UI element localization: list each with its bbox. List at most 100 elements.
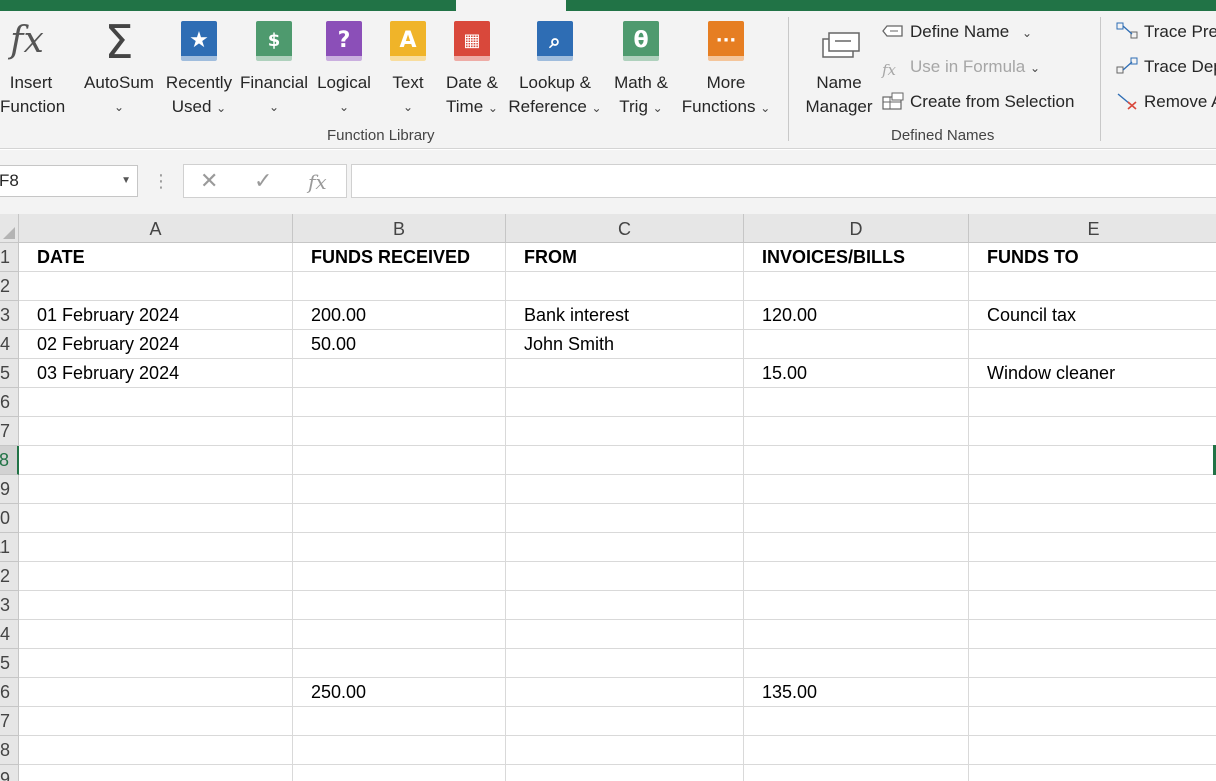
cell-e12[interactable]: [969, 562, 1216, 591]
cell-c7[interactable]: [506, 417, 744, 446]
cell-c2[interactable]: [506, 272, 744, 301]
cell-e9[interactable]: [969, 475, 1216, 504]
define-name-button[interactable]: Define Name ⌄: [882, 22, 1032, 42]
cell-e19[interactable]: [969, 765, 1216, 781]
cell-b10[interactable]: [293, 504, 506, 533]
cell-e13[interactable]: [969, 591, 1216, 620]
cell-a5[interactable]: 03 February 2024: [19, 359, 293, 388]
cell-c1[interactable]: FROM: [506, 243, 744, 272]
cell-a12[interactable]: [19, 562, 293, 591]
cell-e10[interactable]: [969, 504, 1216, 533]
cell-d12[interactable]: [744, 562, 969, 591]
row-header-14[interactable]: 14: [0, 620, 19, 649]
cell-e2[interactable]: [969, 272, 1216, 301]
cell-d6[interactable]: [744, 388, 969, 417]
row-header-2[interactable]: 2: [0, 272, 19, 301]
cell-b3[interactable]: 200.00: [293, 301, 506, 330]
cell-d7[interactable]: [744, 417, 969, 446]
cell-a18[interactable]: [19, 736, 293, 765]
cell-c10[interactable]: [506, 504, 744, 533]
row-header-13[interactable]: 13: [0, 591, 19, 620]
cell-c11[interactable]: [506, 533, 744, 562]
cell-c18[interactable]: [506, 736, 744, 765]
cell-d2[interactable]: [744, 272, 969, 301]
cell-b17[interactable]: [293, 707, 506, 736]
cancel-icon[interactable]: ✕: [200, 168, 218, 194]
cell-a2[interactable]: [19, 272, 293, 301]
select-all-corner[interactable]: [0, 214, 19, 243]
cell-d14[interactable]: [744, 620, 969, 649]
cell-b5[interactable]: [293, 359, 506, 388]
cell-e18[interactable]: [969, 736, 1216, 765]
remove-arrows-button[interactable]: Remove A: [1116, 92, 1216, 112]
date-time-button[interactable]: ▦ Date & Time ⌄: [440, 11, 504, 129]
cell-a11[interactable]: [19, 533, 293, 562]
cell-e14[interactable]: [969, 620, 1216, 649]
row-header-1[interactable]: 1: [0, 243, 19, 272]
cell-c3[interactable]: Bank interest: [506, 301, 744, 330]
use-in-formula-button[interactable]: fx Use in Formula ⌄: [882, 57, 1040, 79]
cell-c4[interactable]: John Smith: [506, 330, 744, 359]
cell-b11[interactable]: [293, 533, 506, 562]
row-header-10[interactable]: 10: [0, 504, 19, 533]
cell-d13[interactable]: [744, 591, 969, 620]
cell-c5[interactable]: [506, 359, 744, 388]
cell-c15[interactable]: [506, 649, 744, 678]
column-header-a[interactable]: A: [19, 214, 293, 243]
cell-b15[interactable]: [293, 649, 506, 678]
cell-d10[interactable]: [744, 504, 969, 533]
cell-a14[interactable]: [19, 620, 293, 649]
cell-e17[interactable]: [969, 707, 1216, 736]
column-header-d[interactable]: D: [744, 214, 969, 243]
cell-c6[interactable]: [506, 388, 744, 417]
row-header-4[interactable]: 4: [0, 330, 19, 359]
cell-a8[interactable]: [19, 446, 293, 475]
enter-icon[interactable]: ✓: [254, 168, 272, 194]
cell-d17[interactable]: [744, 707, 969, 736]
row-header-6[interactable]: 6: [0, 388, 19, 417]
cell-d9[interactable]: [744, 475, 969, 504]
column-header-e[interactable]: E: [969, 214, 1216, 243]
formula-bar-grip-icon[interactable]: ⋮: [152, 170, 170, 192]
cell-e5[interactable]: Window cleaner: [969, 359, 1216, 388]
cell-e16[interactable]: [969, 678, 1216, 707]
column-header-c[interactable]: C: [506, 214, 744, 243]
text-button[interactable]: A Text ⌄: [384, 11, 432, 129]
insert-function-button[interactable]: fx Insert Function: [0, 11, 65, 129]
row-header-5[interactable]: 5: [0, 359, 19, 388]
math-trig-button[interactable]: θ Math & Trig ⌄: [608, 11, 674, 129]
cell-e6[interactable]: [969, 388, 1216, 417]
cell-c13[interactable]: [506, 591, 744, 620]
row-header-8[interactable]: 8: [0, 446, 19, 475]
cell-d3[interactable]: 120.00: [744, 301, 969, 330]
create-from-selection-button[interactable]: Create from Selection: [882, 92, 1074, 112]
recently-used-button[interactable]: ★ Recently Used ⌄: [164, 11, 234, 129]
cell-b16[interactable]: 250.00: [293, 678, 506, 707]
cell-d19[interactable]: [744, 765, 969, 781]
row-header-17[interactable]: 17: [0, 707, 19, 736]
cell-b14[interactable]: [293, 620, 506, 649]
row-header-19[interactable]: 19: [0, 765, 19, 781]
cell-d4[interactable]: [744, 330, 969, 359]
cell-c12[interactable]: [506, 562, 744, 591]
cell-e4[interactable]: [969, 330, 1216, 359]
insert-function-fx-icon[interactable]: fx: [308, 170, 327, 194]
financial-button[interactable]: $ Financial ⌄: [238, 11, 310, 129]
cell-d8[interactable]: [744, 446, 969, 475]
cell-e8[interactable]: [969, 446, 1216, 475]
cell-b9[interactable]: [293, 475, 506, 504]
cell-e1[interactable]: FUNDS TO: [969, 243, 1216, 272]
cell-b12[interactable]: [293, 562, 506, 591]
cell-b4[interactable]: 50.00: [293, 330, 506, 359]
cell-a6[interactable]: [19, 388, 293, 417]
cell-a17[interactable]: [19, 707, 293, 736]
cell-a1[interactable]: DATE: [19, 243, 293, 272]
cell-a19[interactable]: [19, 765, 293, 781]
cell-c19[interactable]: [506, 765, 744, 781]
row-header-7[interactable]: 7: [0, 417, 19, 446]
cell-c16[interactable]: [506, 678, 744, 707]
cell-b19[interactable]: [293, 765, 506, 781]
cell-a15[interactable]: [19, 649, 293, 678]
cell-b1[interactable]: FUNDS RECEIVED: [293, 243, 506, 272]
cell-a13[interactable]: [19, 591, 293, 620]
